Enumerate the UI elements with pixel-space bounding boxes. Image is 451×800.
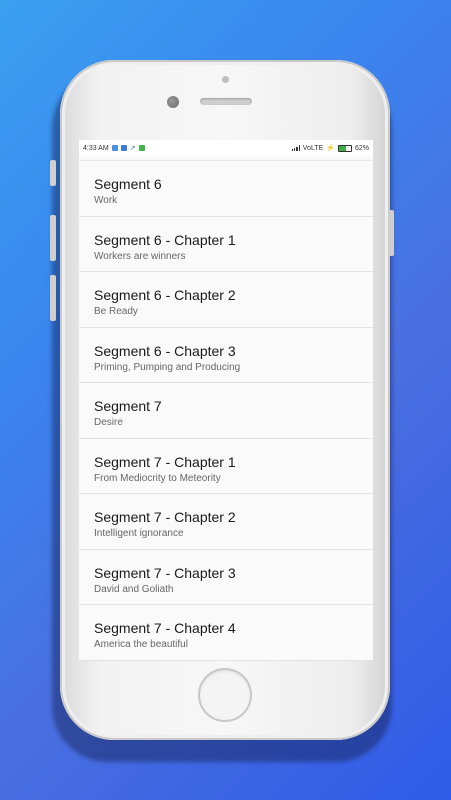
side-button-mute (50, 160, 56, 186)
message-icon (138, 145, 145, 151)
list-item-title: Segment 6 - Chapter 1 (94, 231, 236, 248)
front-camera-icon (167, 96, 179, 108)
battery-percent: 62% (354, 144, 369, 152)
battery-icon (337, 144, 352, 152)
list-item-title: Segment 6 - Chapter 2 (94, 287, 236, 303)
list-item-subtitle: Priming, Pumping and Producing (94, 361, 241, 373)
list-item[interactable]: Segment 7 - Chapter 1 From Mediocrity to… (79, 438, 373, 494)
charging-icon: ⚡ (326, 145, 335, 152)
list-item-subtitle: Desire (94, 417, 123, 428)
list-item[interactable]: Segment 7 - Chapter 2 Intelligent ignora… (79, 494, 373, 550)
segment-list: Segment 6 Work Segment 6 - Chapter 1 Wor… (79, 161, 373, 661)
missed-call-icon: ↗ (129, 145, 136, 152)
list-item-subtitle: David and Goliath (94, 583, 174, 595)
list-item-subtitle: Intelligent ignorance (94, 528, 184, 539)
list-item-title: Segment 7 - Chapter 3 (94, 564, 236, 581)
list-item-title: Segment 7 - Chapter 1 (94, 453, 236, 470)
list-item[interactable]: Segment 7 Desire (79, 383, 373, 439)
side-button-volume-up (50, 215, 56, 261)
app-notification-icon (120, 145, 127, 151)
signal-strength-icon (292, 145, 300, 151)
app-notification-icon (111, 145, 118, 151)
list-item[interactable]: Segment 6 Work (79, 161, 373, 217)
status-left: 4:33 AM ↗ (83, 144, 145, 152)
list-item-title: Segment 6 (94, 176, 162, 192)
earpiece-speaker (200, 98, 252, 105)
network-type: VoLTE (302, 144, 324, 152)
list-item[interactable]: Segment 6 - Chapter 2 Be Ready (79, 272, 373, 328)
list-item-subtitle: Work (94, 195, 118, 206)
side-button-power (389, 210, 394, 256)
list-item-subtitle: America the beautiful (94, 639, 188, 650)
list-item-title: Segment 7 - Chapter 2 (94, 509, 236, 525)
list-item-title: Segment 7 - Chapter 4 (94, 620, 236, 636)
status-right: VoLTE ⚡ 62% (292, 144, 369, 152)
list-item[interactable]: Segment 7 - Chapter 4 America the beauti… (79, 605, 373, 661)
list-item[interactable]: Segment 6 - Chapter 1 Workers are winner… (79, 216, 373, 272)
list-item[interactable]: Segment 6 - Chapter 3 Priming, Pumping a… (79, 327, 373, 383)
home-button[interactable] (198, 668, 252, 722)
list-item-subtitle: Be Ready (94, 306, 138, 317)
side-button-volume-down (50, 275, 56, 321)
list-item[interactable]: Segment 7 - Chapter 3 David and Goliath (79, 549, 373, 605)
list-item-title: Segment 6 - Chapter 3 (94, 342, 236, 359)
list-item-subtitle: From Mediocrity to Meteority (94, 472, 221, 484)
sensor-dot (222, 76, 229, 83)
list-item-subtitle: Workers are winners (94, 250, 186, 262)
status-time: 4:33 AM (83, 144, 109, 152)
status-bar: 4:33 AM ↗ VoLTE ⚡ 62% (79, 140, 373, 156)
list-item-title: Segment 7 (94, 398, 162, 414)
phone-screen: 4:33 AM ↗ VoLTE ⚡ 62% Segment 6 Work Seg… (79, 140, 373, 661)
